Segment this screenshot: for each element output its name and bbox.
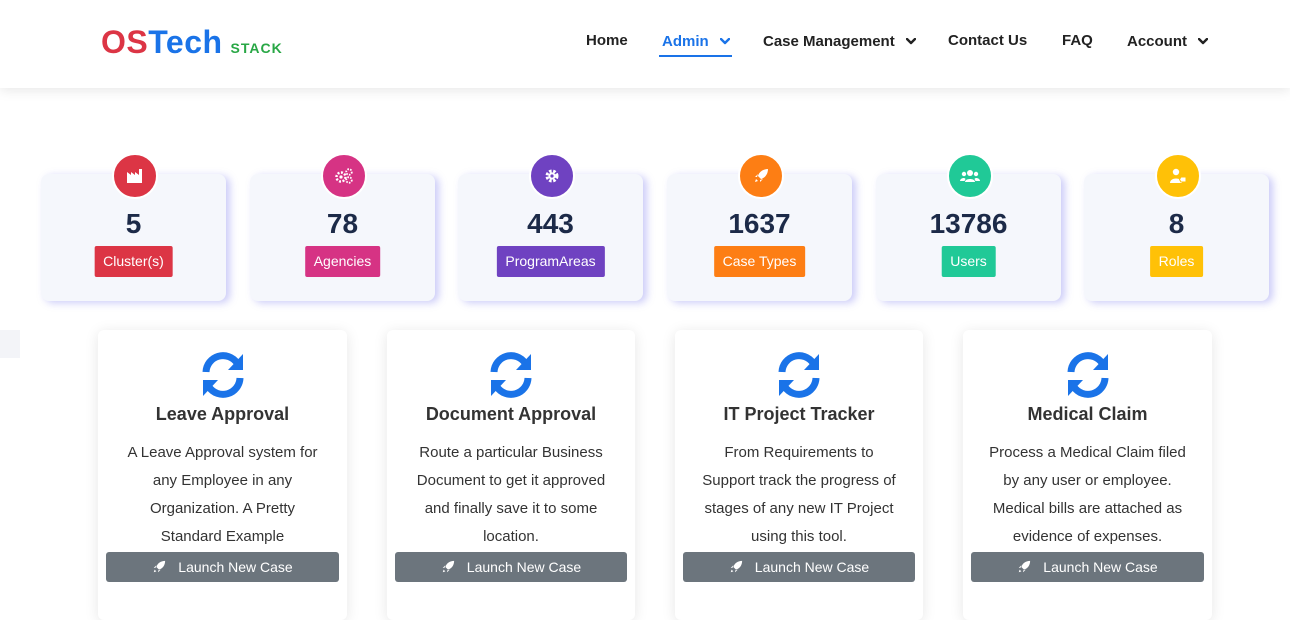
launch-new-case-label: Launch New Case	[754, 559, 870, 575]
chevron-down-icon	[905, 32, 917, 49]
process-card-it-project-tracker: IT Project Tracker From Requirements to …	[675, 330, 923, 620]
launch-new-case-button[interactable]: Launch New Case	[395, 552, 627, 582]
stat-value: 443	[527, 208, 574, 239]
stat-value: 1637	[728, 208, 791, 239]
stat-value: 5	[125, 208, 142, 239]
nav-faq[interactable]: FAQ	[1062, 32, 1093, 49]
stat-label-badge: Case Types	[713, 246, 806, 277]
launch-new-case-button[interactable]: Launch New Case	[106, 552, 339, 582]
sync-icon	[772, 348, 826, 402]
chevron-down-icon	[1197, 32, 1209, 49]
launch-new-case-label: Launch New Case	[466, 559, 582, 575]
stat-card-roles[interactable]: 8 Roles	[1084, 153, 1269, 301]
process-card-leave-approval: Leave Approval A Leave Approval system f…	[98, 330, 347, 620]
stat-label-badge: Roles	[1149, 246, 1204, 277]
stat-label-badge: Agencies	[304, 246, 381, 277]
nav-home-label: Home	[586, 32, 628, 49]
brand-logo-os: OS	[101, 24, 149, 60]
launch-new-case-label: Launch New Case	[178, 559, 293, 575]
nav-home[interactable]: Home	[586, 32, 628, 49]
nav-contact-us[interactable]: Contact Us	[948, 32, 1027, 49]
process-description: From Requirements to Support track the p…	[702, 444, 896, 545]
process-title: Medical Claim	[1027, 404, 1148, 424]
sync-icon	[484, 348, 538, 402]
nav-contact-us-label: Contact Us	[948, 32, 1028, 49]
process-description: A Leave Approval system for any Employee…	[127, 444, 318, 545]
nav-account-label: Account	[1127, 33, 1187, 50]
top-navbar: OSTech STACK Home Admin Case Management C…	[0, 0, 1290, 88]
rocket-icon	[441, 560, 455, 574]
process-title: Leave Approval	[155, 404, 290, 424]
stat-value: 78	[326, 208, 359, 239]
industry-icon	[112, 153, 158, 199]
process-card-medical-claim: Medical Claim Process a Medical Claim fi…	[963, 330, 1212, 620]
process-description: Process a Medical Claim filed by any use…	[989, 444, 1186, 545]
brand-logo-stack: STACK	[230, 40, 283, 56]
stat-label-badge: Cluster(s)	[94, 246, 173, 277]
process-title: IT Project Tracker	[723, 404, 875, 424]
chevron-down-icon	[719, 32, 731, 49]
launch-new-case-button[interactable]: Launch New Case	[683, 552, 915, 582]
nav-faq-label: FAQ	[1062, 32, 1093, 49]
sync-icon	[1061, 348, 1115, 402]
launch-new-case-label: Launch New Case	[1043, 559, 1158, 575]
users-icon	[947, 153, 993, 199]
process-description: Route a particular Business Document to …	[416, 444, 606, 545]
stat-value: 13786	[929, 208, 1008, 239]
nav-active-indicator	[659, 55, 732, 57]
stat-card-clusters[interactable]: 5 Cluster(s)	[41, 153, 226, 301]
stat-value: 8	[1168, 208, 1185, 239]
nav-admin-label: Admin	[662, 33, 709, 50]
process-card-document-approval: Document Approval Route a particular Bus…	[387, 330, 635, 620]
rocket-icon	[1017, 560, 1031, 574]
cogs-icon	[321, 153, 367, 199]
sync-icon	[196, 348, 250, 402]
stat-card-case-types[interactable]: 1637 Case Types	[667, 153, 852, 301]
nav-admin[interactable]: Admin	[662, 32, 731, 50]
user-tag-icon	[1155, 153, 1201, 199]
cog-icon	[529, 153, 575, 199]
rocket-icon	[738, 153, 784, 199]
rocket-icon	[152, 560, 166, 574]
brand-logo-tech: Tech	[148, 24, 223, 60]
stat-label-badge: ProgramAreas	[496, 246, 605, 277]
nav-case-management[interactable]: Case Management	[763, 32, 917, 50]
brand-logo[interactable]: OSTech STACK	[101, 24, 283, 61]
rocket-icon	[729, 560, 743, 574]
scroll-artifact	[0, 330, 20, 358]
launch-new-case-button[interactable]: Launch New Case	[971, 552, 1204, 582]
process-title: Document Approval	[425, 404, 597, 424]
stat-card-agencies[interactable]: 78 Agencies	[250, 153, 435, 301]
nav-case-management-label: Case Management	[763, 33, 895, 50]
stat-card-users[interactable]: 13786 Users	[876, 153, 1061, 301]
nav-account[interactable]: Account	[1127, 32, 1209, 50]
stat-card-programareas[interactable]: 443 ProgramAreas	[458, 153, 643, 301]
stat-label-badge: Users	[941, 246, 996, 277]
